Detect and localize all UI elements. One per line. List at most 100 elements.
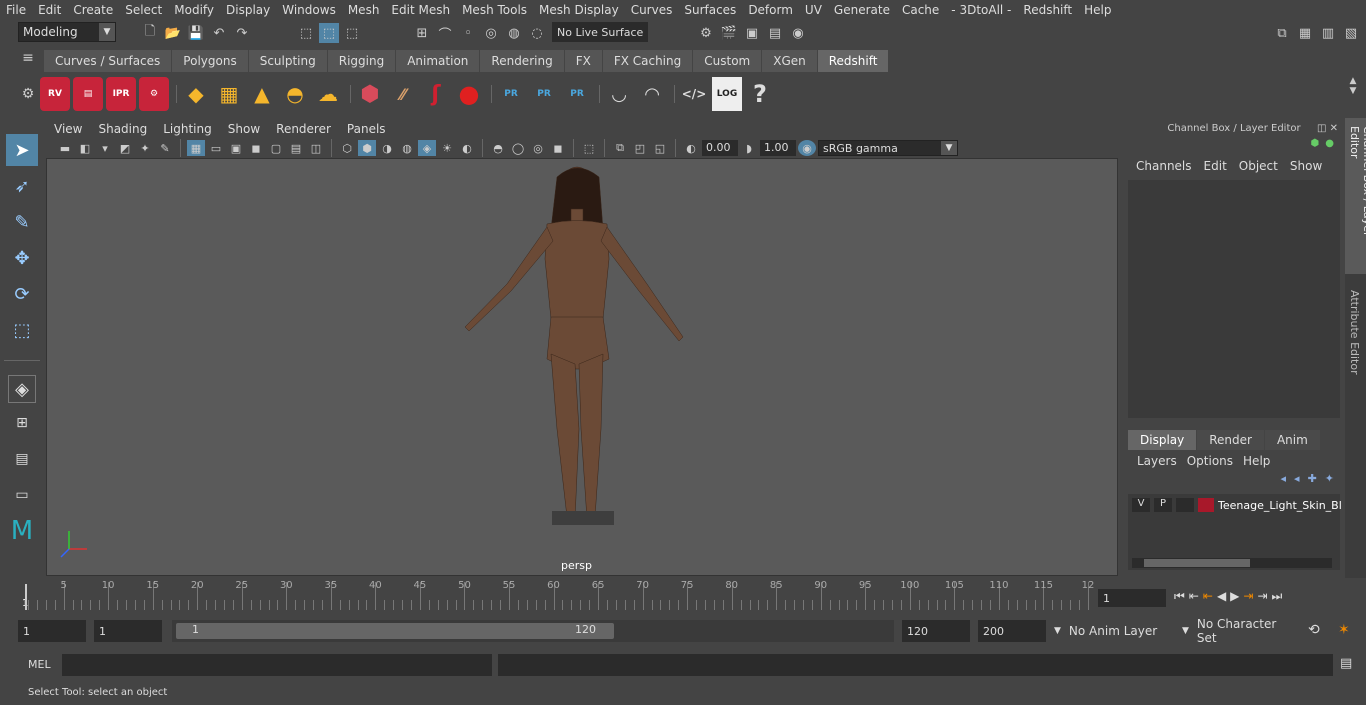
range-slider-handle[interactable]: 1 120 [176, 623, 614, 639]
render-settings-icon[interactable]: ⚙ [696, 23, 716, 43]
channel-options-icon[interactable]: ⬢ [1311, 138, 1320, 154]
area-light-icon[interactable]: ◆ [181, 77, 211, 111]
field-chart-icon[interactable]: ▢ [267, 140, 285, 156]
smooth-shade-icon[interactable]: ⬢ [358, 140, 376, 156]
channel-menu-channels[interactable]: Channels [1130, 159, 1198, 173]
single-view-layout-icon[interactable]: ◈ [8, 375, 36, 403]
render-view-icon[interactable]: ▤ [765, 23, 785, 43]
menu-select[interactable]: Select [119, 3, 168, 17]
script-window-icon[interactable]: </> [679, 77, 709, 111]
playback-toggle[interactable]: P [1154, 498, 1172, 512]
four-view-layout-icon[interactable]: ⊞ [6, 407, 38, 439]
channel-list[interactable] [1128, 180, 1340, 418]
ipr-icon[interactable]: IPR [106, 77, 136, 111]
layer-menu-help[interactable]: Help [1238, 454, 1275, 468]
gamma-field[interactable]: 1.00 [760, 140, 796, 156]
film-gate-icon[interactable]: ▭ [207, 140, 225, 156]
render-frame-icon[interactable]: 🎬 [719, 23, 739, 43]
layer-row[interactable]: V P Teenage_Light_Skin_Bl [1132, 498, 1342, 512]
layer-menu-layers[interactable]: Layers [1132, 454, 1182, 468]
current-time-marker[interactable] [25, 584, 27, 610]
wireframe-icon[interactable]: ⬡ [338, 140, 356, 156]
layer-scrollbar[interactable] [1132, 558, 1332, 568]
snap-surface-icon[interactable]: ◍ [504, 23, 524, 43]
attribute-editor-side-tab[interactable]: Attribute Editor [1345, 280, 1364, 385]
menu-create[interactable]: Create [67, 3, 119, 17]
xray-joints-icon[interactable]: ⧉ [611, 140, 629, 156]
play-backward-icon[interactable]: ◀ [1217, 589, 1226, 604]
menu-surfaces[interactable]: Surfaces [678, 3, 742, 17]
menu-curves[interactable]: Curves [625, 3, 679, 17]
menu-3dtoall[interactable]: - 3DtoAll - [945, 3, 1017, 17]
lasso-tool-icon[interactable]: ➶ [6, 170, 38, 202]
menu-file[interactable]: File [0, 3, 32, 17]
shelf-tab-curves-surfaces[interactable]: Curves / Surfaces [44, 50, 172, 72]
playback-end-field[interactable]: 120 [902, 620, 970, 642]
menu-mesh-display[interactable]: Mesh Display [533, 3, 625, 17]
redo-icon[interactable]: ↷ [232, 23, 252, 43]
gamma-icon[interactable]: ◗ [740, 140, 758, 156]
time-slider[interactable]: 5 10 15 20 25 30 35 40 45 50 55 60 65 70 75 80 85 90 95 100… [18, 580, 1094, 612]
render-sequence-icon[interactable]: ▤ [73, 77, 103, 111]
snap-view-icon[interactable]: ◎ [481, 23, 501, 43]
layer-tab-display[interactable]: Display [1128, 430, 1197, 450]
depth-of-field-icon[interactable]: ◎ [529, 140, 547, 156]
viewport-persp[interactable]: persp [46, 158, 1118, 576]
undo-icon[interactable]: ↶ [209, 23, 229, 43]
make-live-icon[interactable]: ◌ [527, 23, 547, 43]
play-forward-icon[interactable]: ▶ [1230, 589, 1239, 604]
shelf-tab-xgen[interactable]: XGen [762, 50, 817, 72]
select-hierarchy-icon[interactable]: ⬚ [296, 23, 316, 43]
spot-light-icon[interactable]: ▲ [247, 77, 277, 111]
layer-menu-options[interactable]: Options [1182, 454, 1238, 468]
snap-point-icon[interactable]: ◦ [458, 23, 478, 43]
shelf-tab-custom[interactable]: Custom [693, 50, 762, 72]
camera-attr-icon[interactable]: ◧ [76, 140, 94, 156]
command-input[interactable] [62, 654, 492, 676]
anim-layer-dropdown[interactable]: ▼ No Anim Layer [1050, 620, 1170, 642]
float-close-icon[interactable]: ◫ ✕ [1317, 123, 1338, 134]
antialiasing-icon[interactable]: ◯ [509, 140, 527, 156]
render-settings-gear-icon[interactable]: ⚙ [139, 77, 169, 111]
gate-mask-icon[interactable]: ◼ [247, 140, 265, 156]
step-forward-key-icon[interactable]: ⇥ [1257, 589, 1267, 604]
go-to-end-icon[interactable]: ⏭ [1272, 589, 1283, 604]
colorspace-dropdown[interactable]: sRGB gamma ▼ [818, 140, 958, 156]
type-toggle[interactable] [1176, 498, 1194, 512]
motion-blur-icon[interactable]: ◓ [489, 140, 507, 156]
gear-icon[interactable]: ⚙ [18, 86, 38, 102]
snap-curve-icon[interactable]: ⌒ [435, 23, 455, 43]
2d-pan-icon[interactable]: ✦ [136, 140, 154, 156]
exposure-icon[interactable]: ◐ [682, 140, 700, 156]
scene-start-field[interactable]: 1 [18, 620, 86, 642]
channel-box-side-tab[interactable]: Channel Box / Layer Editor [1345, 118, 1366, 274]
current-frame-field[interactable]: 1 [1098, 589, 1166, 607]
hair-icon[interactable]: ⁄⁄ [388, 77, 418, 111]
xray-active-icon[interactable]: ◰ [631, 140, 649, 156]
select-component-icon[interactable]: ⬚ [342, 23, 362, 43]
panel-menu-panels[interactable]: Panels [339, 122, 394, 136]
shelf-tab-animation[interactable]: Animation [396, 50, 480, 72]
shelf-tab-fx[interactable]: FX [564, 50, 602, 72]
render-view-rv-icon[interactable]: RV [40, 77, 70, 111]
shelf-tab-rigging[interactable]: Rigging [327, 50, 396, 72]
menu-mesh-tools[interactable]: Mesh Tools [456, 3, 533, 17]
exposure-field[interactable]: 0.00 [702, 140, 738, 156]
menu-redshift[interactable]: Redshift [1017, 3, 1078, 17]
shelf-tab-polygons[interactable]: Polygons [172, 50, 248, 72]
step-back-frame-icon[interactable]: ⇤ [1203, 589, 1213, 604]
menu-mesh[interactable]: Mesh [342, 3, 386, 17]
panel-menu-renderer[interactable]: Renderer [268, 122, 339, 136]
menu-edit[interactable]: Edit [32, 3, 67, 17]
workspace-icon[interactable]: ⧉ [1272, 23, 1292, 43]
menu-generate[interactable]: Generate [828, 3, 896, 17]
visibility-toggle[interactable]: V [1132, 498, 1150, 512]
ambient-occlusion-icon[interactable]: ◐ [458, 140, 476, 156]
open-scene-icon[interactable]: 📂 [163, 23, 183, 43]
sphere-icon[interactable]: ● [454, 77, 484, 111]
curve-icon[interactable]: ʃ [421, 77, 451, 111]
panel-menu-show[interactable]: Show [220, 122, 268, 136]
hypershade-icon[interactable]: ◉ [788, 23, 808, 43]
ipr-render-icon[interactable]: ▣ [742, 23, 762, 43]
character-set-dropdown[interactable]: ▼ No Character Set [1178, 617, 1298, 645]
